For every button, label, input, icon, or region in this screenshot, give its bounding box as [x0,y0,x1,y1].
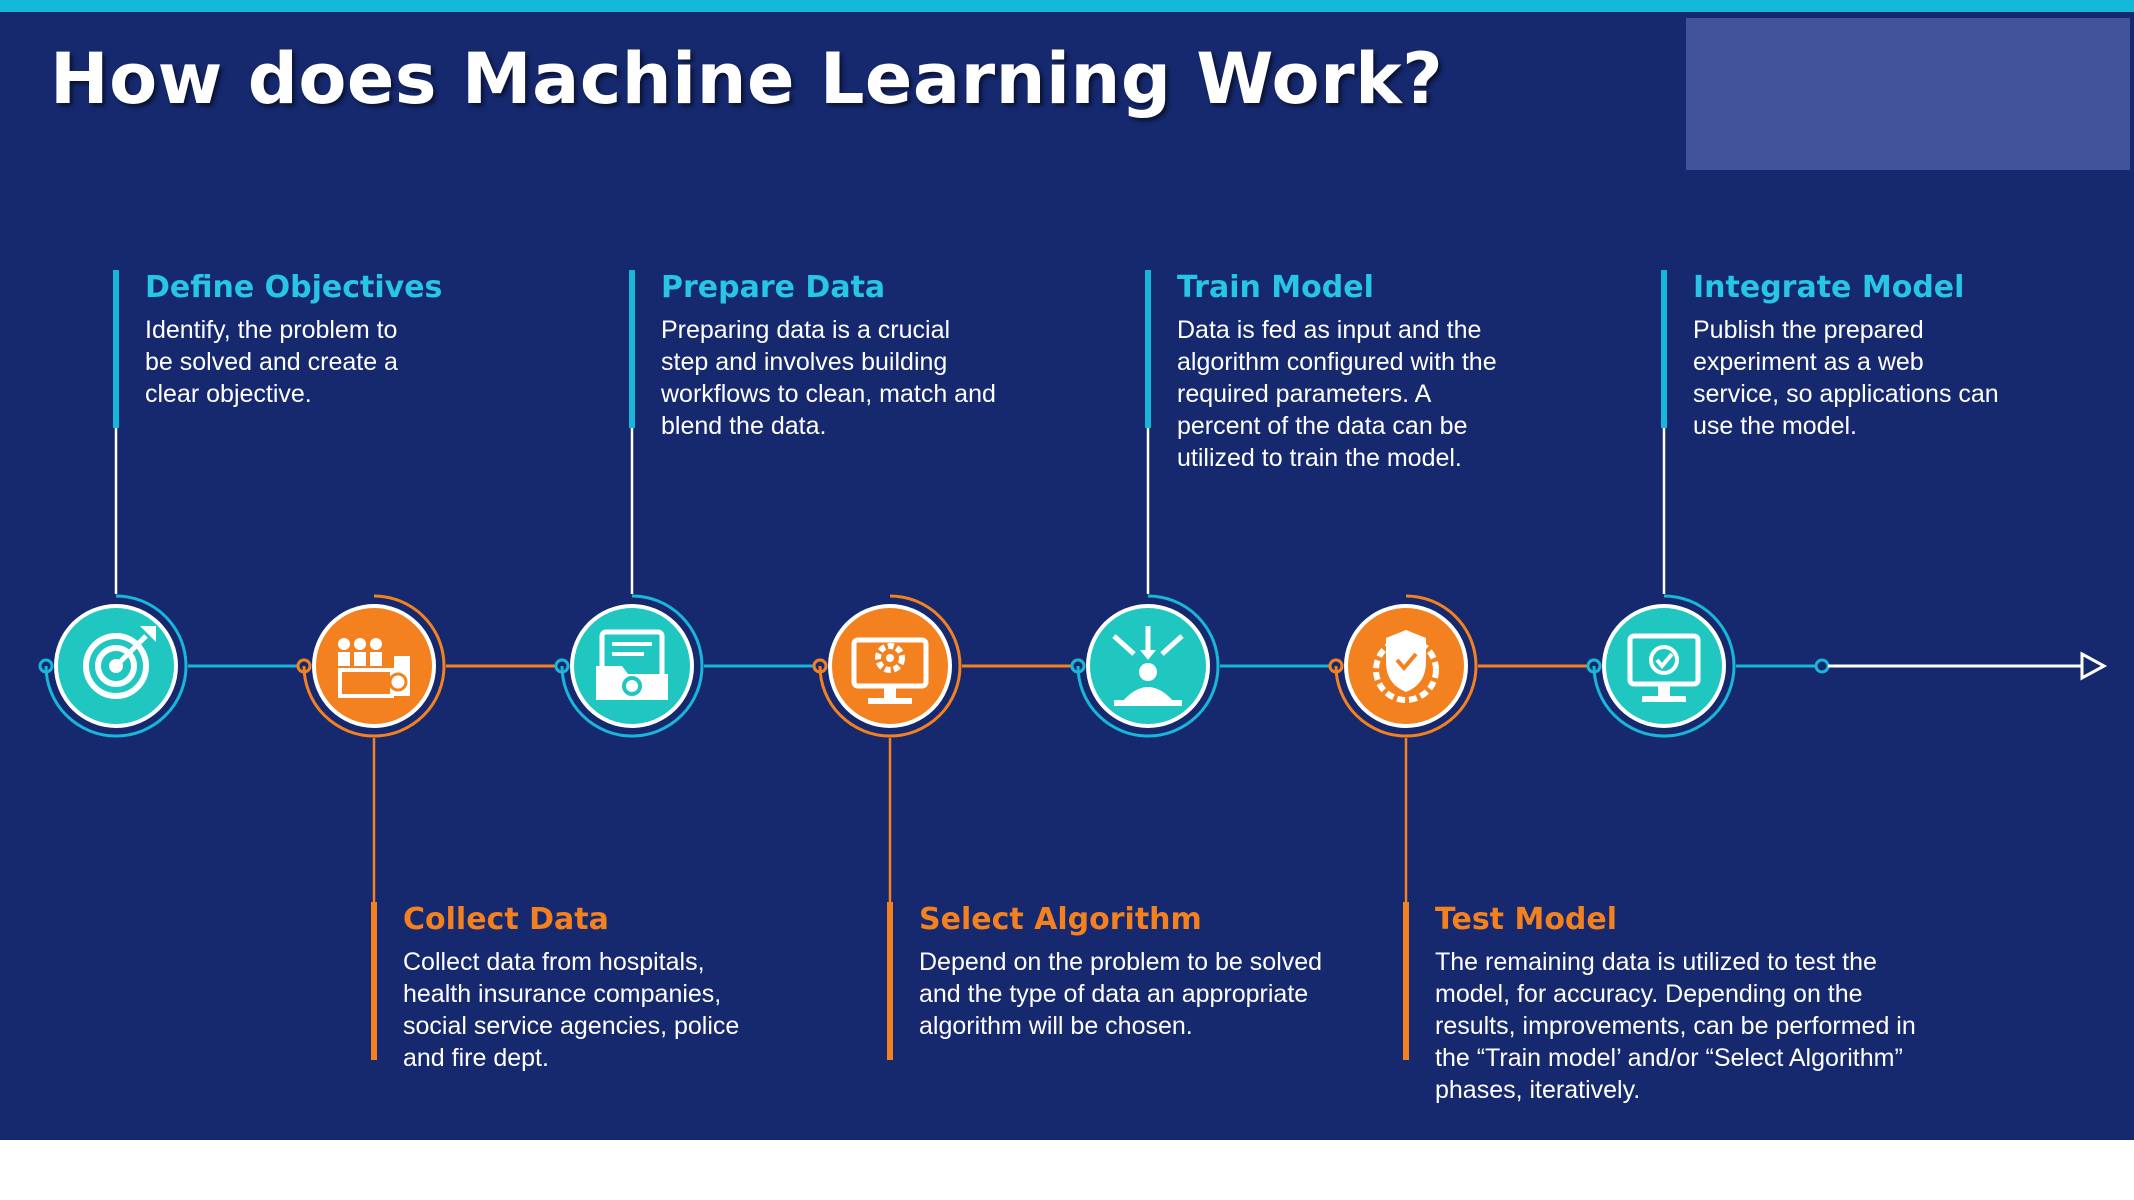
monitor-neck [1658,684,1670,696]
step-accent-bar [887,902,893,1060]
step-description: Collect data from hospitals, health insu… [403,948,740,1072]
monitor-check-icon [1592,594,1736,738]
step-description: Preparing data is a crucial step and inv… [661,316,996,440]
step-accent-bar [629,270,635,428]
monitor-gear-icon [818,594,962,738]
person-body [354,652,366,666]
step-description: Data is fed as input and the algorithm c… [1177,316,1497,472]
monitor-base [868,698,912,704]
test-shield-gear-icon [1334,594,1478,738]
slide: How does Machine Learning Work? Define O… [0,0,2134,1140]
training-arrows-icon [1076,594,1220,738]
step-accent-bar [113,270,119,428]
person-body [338,652,350,666]
person-head [338,638,350,650]
step-title: Select Algorithm [919,902,1202,937]
node-circle [832,608,948,724]
step-description: Identify, the problem to be solved and c… [145,316,398,408]
person-head [370,638,382,650]
timeline-arrow-icon [2080,651,2108,681]
step-title: Integrate Model [1693,270,1965,305]
person-head [1139,663,1157,681]
step-title: Prepare Data [661,270,886,305]
timeline-dot [1814,658,1830,674]
step-accent-bar [371,902,377,1060]
gear-hub [886,654,894,662]
step-accent-bar [1661,270,1667,428]
monitor-neck [884,686,896,698]
step-description: Publish the prepared experiment as a web… [1693,316,1999,440]
step-title: Train Model [1177,270,1374,305]
step-accent-bar [1145,270,1151,428]
data-folder-gear-icon [560,594,704,738]
step-title: Define Objectives [145,270,443,305]
step-description: Depend on the problem to be solved and t… [919,948,1323,1040]
person-head [354,638,366,650]
monitor-base [1642,696,1686,702]
desk-shape [1114,700,1182,706]
step-title: Collect Data [403,902,609,937]
node-circle [574,608,690,724]
data-collection-icon [302,594,446,738]
target-icon [44,594,188,738]
step-title: Test Model [1435,902,1618,937]
step-description: The remaining data is utilized to test t… [1435,948,1916,1104]
person-body [370,652,382,666]
step-accent-bar [1403,902,1409,1060]
